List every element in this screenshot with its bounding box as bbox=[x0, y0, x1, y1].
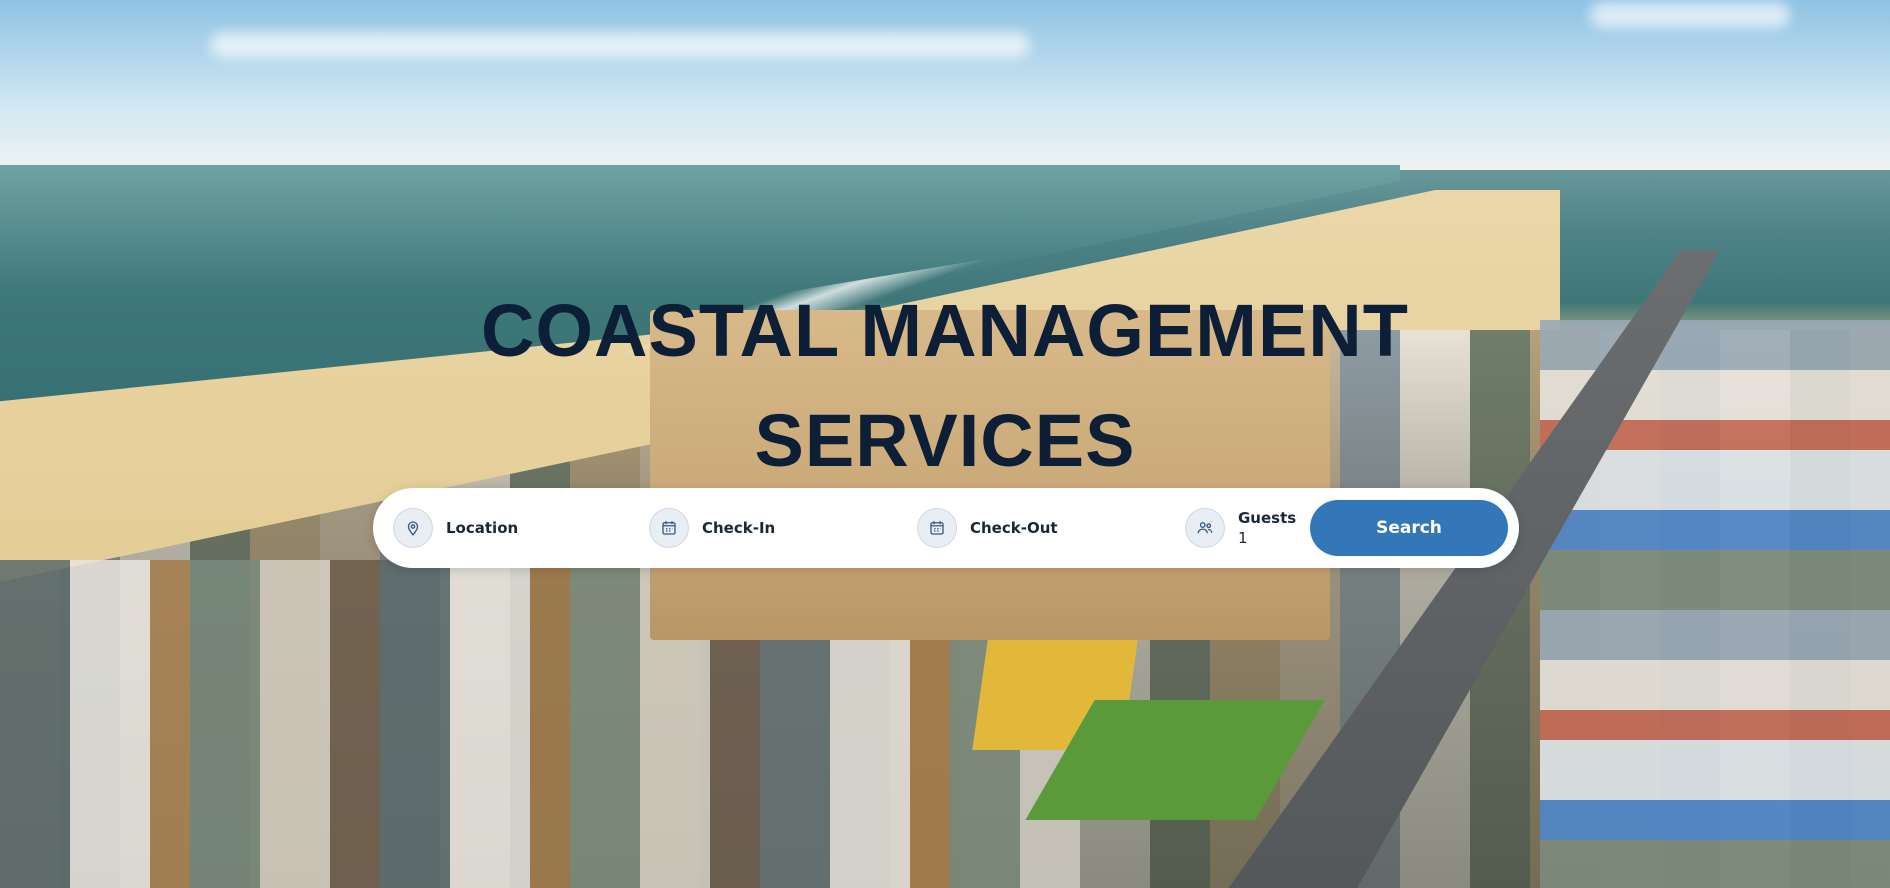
guests-label: Guests bbox=[1238, 509, 1297, 527]
cloud bbox=[1590, 2, 1790, 28]
guests-text: Guests 1 bbox=[1238, 509, 1296, 547]
checkin-label: Check-In bbox=[702, 519, 776, 537]
location-field[interactable]: Location bbox=[393, 508, 518, 548]
checkin-field[interactable]: Check-In bbox=[649, 508, 775, 548]
checkout-label: Check-Out bbox=[970, 519, 1058, 537]
search-button[interactable]: Search bbox=[1310, 500, 1508, 556]
calendar-icon bbox=[917, 508, 957, 548]
users-icon bbox=[1185, 508, 1225, 548]
location-label: Location bbox=[446, 519, 519, 537]
map-pin-icon bbox=[393, 508, 433, 548]
cloud bbox=[210, 32, 1030, 58]
hero-title-line1: COASTAL MANAGEMENT bbox=[481, 289, 1409, 372]
hero-title: COASTAL MANAGEMENT SERVICES bbox=[0, 276, 1890, 496]
guests-field[interactable]: Guests 1 bbox=[1185, 508, 1296, 548]
hero-title-line2: SERVICES bbox=[754, 399, 1136, 482]
booking-search-bar: Location Check-In Check-Out Guests 1 Sea… bbox=[373, 488, 1519, 568]
hero-section: COASTAL MANAGEMENT SERVICES Location Che… bbox=[0, 0, 1890, 888]
guests-value: 1 bbox=[1238, 529, 1248, 547]
calendar-icon bbox=[649, 508, 689, 548]
checkout-field[interactable]: Check-Out bbox=[917, 508, 1058, 548]
